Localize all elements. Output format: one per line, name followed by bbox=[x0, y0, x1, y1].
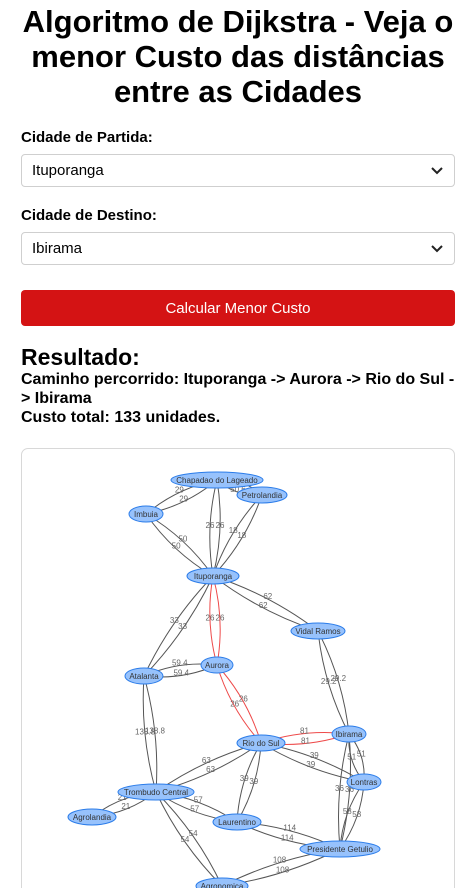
result-path: Caminho percorrido: Ituporanga -> Aurora… bbox=[21, 371, 455, 407]
edge-weight-label: 39 bbox=[240, 774, 249, 783]
graph-network[interactable]: 50.650.6292926261818505062623333262659.4… bbox=[22, 449, 454, 888]
result-cost: Custo total: 133 unidades. bbox=[21, 409, 221, 426]
edge-weight-label: 18 bbox=[237, 531, 246, 540]
destination-select[interactable]: Ibirama bbox=[21, 232, 455, 265]
node-label: Trombudo Central bbox=[124, 788, 188, 797]
edge-weight-label: 57 bbox=[190, 805, 199, 814]
node-atalanta[interactable]: Atalanta bbox=[124, 667, 164, 685]
node-imbuia[interactable]: Imbuia bbox=[128, 505, 164, 523]
edge-weight-label: 108 bbox=[273, 856, 287, 865]
node-riodosul[interactable]: Rio do Sul bbox=[236, 734, 286, 752]
edge-weight-label: 21 bbox=[121, 802, 130, 811]
node-label: Agronomica bbox=[201, 882, 244, 888]
result-heading: Resultado: bbox=[21, 344, 140, 370]
node-label: Aurora bbox=[205, 661, 230, 670]
edge-weight-label: 29 bbox=[179, 495, 188, 504]
route-form: Cidade de Partida: Ituporanga Cidade de … bbox=[0, 129, 476, 888]
edge-weight-label: 39 bbox=[306, 760, 315, 769]
edge-weight-label: 26 bbox=[216, 521, 225, 530]
edge-weight-label: 62 bbox=[263, 592, 272, 601]
edge-weight-label: 39 bbox=[249, 777, 258, 786]
edge-weight-label: 59.4 bbox=[172, 659, 188, 668]
edge-weight-label: 26 bbox=[206, 614, 215, 623]
edge-weight-label: 63 bbox=[202, 756, 211, 765]
page: Algoritmo de Dijkstra - Veja o menor Cus… bbox=[0, 0, 476, 888]
edge-weight-label: 36 bbox=[335, 784, 344, 793]
node-agrolandia[interactable]: Agrolandia bbox=[67, 808, 117, 826]
edge-weight-label: 26 bbox=[206, 521, 215, 530]
node-petrolandia[interactable]: Petrolandia bbox=[236, 486, 288, 504]
destination-selected-value: Ibirama bbox=[32, 240, 83, 257]
node-label: Petrolandia bbox=[242, 491, 283, 500]
node-agronomica[interactable]: Agronomica bbox=[195, 877, 249, 888]
node-chapadao[interactable]: Chapadao do Lageado bbox=[170, 471, 264, 489]
origin-select[interactable]: Ituporanga bbox=[21, 154, 455, 187]
edge-weight-label: 81 bbox=[300, 727, 309, 736]
edge-weight-label: 81 bbox=[301, 736, 310, 745]
edge-weight-label: 51 bbox=[347, 752, 356, 761]
node-label: Chapadao do Lageado bbox=[176, 476, 258, 485]
node-label: Ibirama bbox=[336, 730, 363, 739]
node-laurentino[interactable]: Laurentino bbox=[212, 813, 262, 831]
edge-weight-label: 108 bbox=[276, 865, 290, 874]
node-label: Vidal Ramos bbox=[295, 627, 340, 636]
node-label: Laurentino bbox=[218, 818, 256, 827]
node-label: Atalanta bbox=[129, 672, 159, 681]
page-title: Algoritmo de Dijkstra - Veja o menor Cus… bbox=[22, 4, 454, 109]
node-trombudo[interactable]: Trombudo Central bbox=[117, 783, 195, 801]
graph-canvas[interactable]: 50.650.6292926261818505062623333262659.4… bbox=[21, 448, 455, 888]
node-aurora[interactable]: Aurora bbox=[200, 656, 234, 674]
edge-weight-label: 138.8 bbox=[145, 726, 166, 735]
edge-weight-label: 26 bbox=[239, 695, 248, 704]
node-label: Lontras bbox=[351, 778, 378, 787]
node-label: Presidente Getulio bbox=[307, 845, 373, 854]
edge-weight-label: 33 bbox=[178, 622, 187, 631]
chevron-down-icon bbox=[431, 245, 443, 253]
node-ituporanga[interactable]: Ituporanga bbox=[186, 567, 240, 585]
node-vidal[interactable]: Vidal Ramos bbox=[290, 622, 346, 640]
node-lontras[interactable]: Lontras bbox=[346, 773, 382, 791]
edge-weight-label: 50 bbox=[178, 534, 187, 543]
chevron-down-icon bbox=[431, 167, 443, 175]
edge-weight-label: 59.4 bbox=[173, 668, 189, 677]
edge-weight-label: 58 bbox=[343, 807, 352, 816]
destination-label: Cidade de Destino: bbox=[21, 207, 157, 224]
node-label: Ituporanga bbox=[194, 572, 233, 581]
node-ibirama[interactable]: Ibirama bbox=[331, 725, 367, 743]
edge-weight-label: 114 bbox=[281, 833, 294, 842]
edge-weight-label: 63 bbox=[206, 765, 215, 774]
edge-weight-label: 29 bbox=[175, 485, 184, 494]
edge-weight-label: 39 bbox=[310, 751, 319, 760]
node-getulio[interactable]: Presidente Getulio bbox=[299, 840, 381, 858]
node-label: Rio do Sul bbox=[243, 739, 280, 748]
edge-weight-label: 62 bbox=[259, 601, 268, 610]
calculate-button[interactable]: Calcular Menor Custo bbox=[21, 290, 455, 326]
edge-weight-label: 58 bbox=[352, 810, 361, 819]
origin-selected-value: Ituporanga bbox=[32, 162, 104, 179]
origin-label: Cidade de Partida: bbox=[21, 129, 153, 146]
node-label: Agrolandia bbox=[73, 813, 112, 822]
node-label: Imbuia bbox=[134, 510, 159, 519]
edge-weight-label: 54 bbox=[189, 829, 198, 838]
edge-weight-label: 26 bbox=[216, 613, 225, 622]
edge-weight-label: 51 bbox=[357, 750, 366, 759]
edge-weight-label: 29.2 bbox=[330, 674, 346, 683]
edge-weight-label: 57 bbox=[194, 795, 203, 804]
edge-weight-label: 114 bbox=[283, 824, 296, 833]
